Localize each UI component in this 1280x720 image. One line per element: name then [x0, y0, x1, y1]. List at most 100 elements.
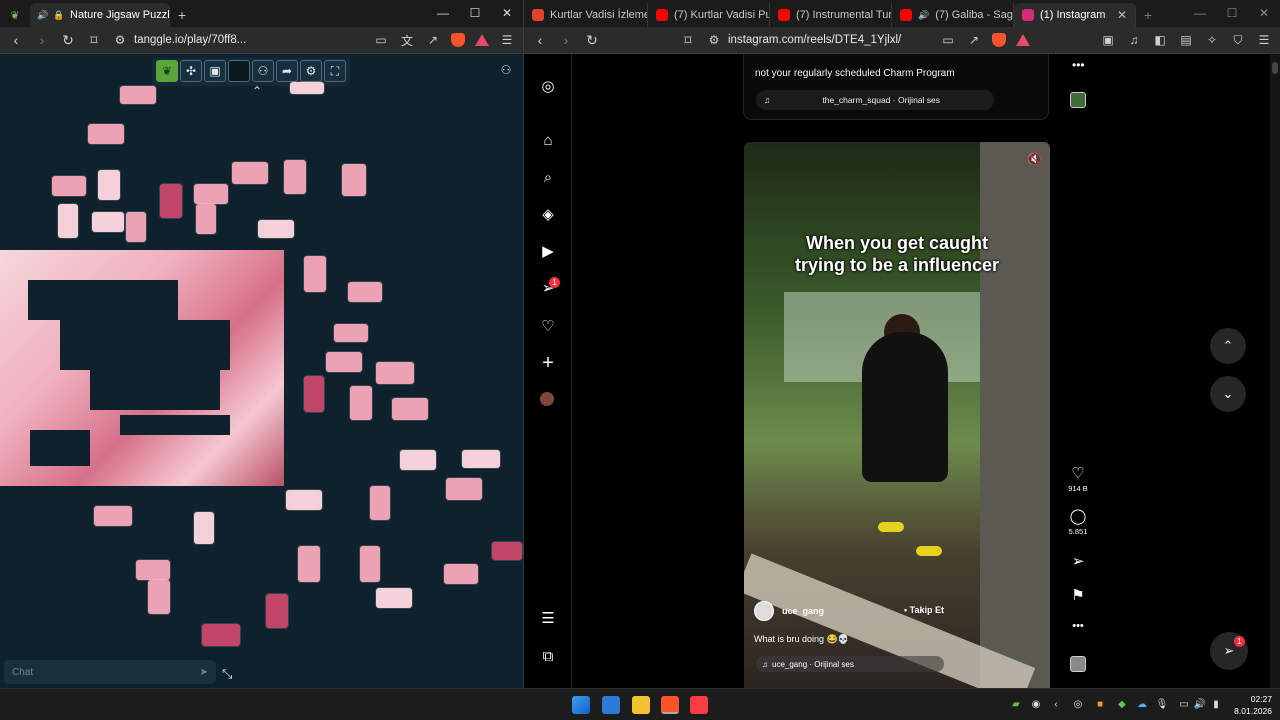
- widgets-icon[interactable]: [602, 696, 620, 714]
- profile-avatar[interactable]: [540, 392, 554, 406]
- site-info-icon[interactable]: ⚙: [112, 32, 128, 48]
- puzzle-piece[interactable]: [120, 86, 156, 104]
- players-icon[interactable]: ⚇: [496, 60, 516, 80]
- puzzle-piece[interactable]: [444, 564, 478, 584]
- microphone-icon[interactable]: 🎙: [1156, 698, 1169, 710]
- tray-cloud-icon[interactable]: ☁: [1136, 698, 1148, 710]
- tray-network-app-icon[interactable]: ◆: [1116, 698, 1128, 710]
- apple-music-icon[interactable]: [690, 696, 708, 714]
- system-clock[interactable]: 02:27 8.01.2026: [1234, 693, 1272, 717]
- puzzle-piece[interactable]: [258, 220, 294, 238]
- puzzle-piece[interactable]: [286, 490, 322, 510]
- reel-audio[interactable]: ♫ uce_gang · Orijinal ses: [756, 656, 944, 672]
- leaf-icon[interactable]: ❦: [156, 60, 178, 82]
- puzzle-piece[interactable]: [98, 170, 120, 200]
- follow-button[interactable]: • Takip Et: [904, 605, 944, 615]
- puzzle-piece[interactable]: [148, 580, 170, 614]
- back-icon[interactable]: ‹: [532, 32, 548, 48]
- puzzle-piece[interactable]: [58, 204, 78, 238]
- tab-2[interactable]: (7) Kurtlar Vadisi Pusu | 7: [648, 3, 770, 27]
- more-dots-icon[interactable]: •••: [1067, 620, 1089, 632]
- puzzle-piece[interactable]: [376, 362, 414, 384]
- shrink-icon[interactable]: ⤡: [222, 666, 232, 682]
- volume-icon[interactable]: 🔊: [1194, 698, 1206, 710]
- share-icon[interactable]: ↗: [425, 32, 441, 48]
- puzzle-piece[interactable]: [298, 546, 320, 582]
- users-icon[interactable]: ⚇: [252, 60, 274, 82]
- puzzle-piece[interactable]: [304, 256, 326, 292]
- tab-3[interactable]: (7) Instrumental Turkish H: [770, 3, 892, 27]
- comment-button[interactable]: ◯ 5.851: [1067, 507, 1089, 536]
- brave-browser-icon[interactable]: [661, 696, 679, 714]
- sidebar-toggle-icon[interactable]: ☰: [499, 32, 515, 48]
- file-explorer-icon[interactable]: [632, 696, 650, 714]
- puzzle-piece[interactable]: [350, 386, 372, 420]
- forward-icon[interactable]: ›: [558, 32, 574, 48]
- new-tab-button[interactable]: +: [170, 3, 194, 27]
- reels-icon[interactable]: ▶: [538, 241, 558, 261]
- heart-icon[interactable]: ♡: [1067, 464, 1089, 482]
- close-tab-icon[interactable]: ✕: [1117, 8, 1127, 22]
- settings-icon[interactable]: ⚙: [300, 60, 322, 82]
- author-username[interactable]: uce_gang: [782, 606, 824, 616]
- puzzle-piece[interactable]: [88, 124, 124, 144]
- color-swatch[interactable]: [228, 60, 250, 82]
- puzzle-piece[interactable]: [446, 478, 482, 500]
- puzzle-piece[interactable]: [266, 594, 288, 628]
- save-button[interactable]: ⚑: [1067, 586, 1089, 604]
- send-icon[interactable]: ➤: [200, 667, 208, 678]
- cast-icon[interactable]: ▭: [940, 32, 956, 48]
- puzzle-piece[interactable]: [284, 160, 306, 194]
- puzzle-piece[interactable]: [232, 162, 268, 184]
- puzzle-piece[interactable]: [360, 546, 380, 582]
- more-options-icon[interactable]: •••: [1072, 58, 1085, 72]
- tab-1[interactable]: Kurtlar Vadisi İzleme Sıras: [524, 3, 648, 27]
- screenshot-icon[interactable]: ▣: [1100, 32, 1116, 48]
- reel-author[interactable]: uce_gang: [754, 601, 824, 621]
- share-button[interactable]: ➢: [1067, 552, 1089, 570]
- tray-steam-icon[interactable]: ◎: [1072, 698, 1084, 710]
- brave-rewards-icon[interactable]: [1016, 34, 1030, 46]
- reel-video[interactable]: When you get caught trying to be a influ…: [744, 142, 1050, 688]
- vpn-shield-icon[interactable]: ⛉: [1230, 32, 1246, 48]
- minimize-button[interactable]: —: [1184, 0, 1216, 27]
- puzzle-board[interactable]: [0, 250, 284, 486]
- more-menu-icon[interactable]: ☰: [538, 608, 558, 628]
- puzzle-piece[interactable]: [92, 212, 124, 232]
- display-icon[interactable]: ▭: [1178, 698, 1190, 710]
- audio-thumbnail[interactable]: [1070, 92, 1086, 108]
- leo-ai-icon[interactable]: ✧: [1204, 32, 1220, 48]
- tab-search-icon[interactable]: ❦: [0, 3, 30, 27]
- url-field[interactable]: ⚙ tanggle.io/play/70ff8...: [112, 32, 363, 48]
- image-icon[interactable]: ▣: [204, 60, 226, 82]
- previous-reel-audio[interactable]: ♫ the_charm_squad · Orijinal ses: [756, 90, 994, 110]
- bookmark-icon[interactable]: ⌑: [680, 32, 696, 49]
- reel-audio-thumbnail[interactable]: [1070, 656, 1086, 672]
- puzzle-piece[interactable]: [94, 506, 132, 526]
- tab-4[interactable]: 🔊 (7) Galiba - Sagopa K: [892, 3, 1014, 27]
- puzzle-piece[interactable]: [376, 588, 412, 608]
- like-button[interactable]: ♡ 914 B: [1067, 464, 1089, 493]
- brave-shield-icon[interactable]: [451, 33, 465, 47]
- maximize-button[interactable]: ☐: [1216, 0, 1248, 27]
- puzzle-piece[interactable]: [400, 450, 436, 470]
- home-icon[interactable]: ⌂: [538, 130, 558, 150]
- puzzle-piece[interactable]: [126, 212, 146, 242]
- battery-icon[interactable]: ▮: [1210, 698, 1222, 710]
- bookmark-icon[interactable]: ⌑: [86, 32, 102, 49]
- next-reel-button[interactable]: ⌄: [1210, 376, 1246, 412]
- author-avatar[interactable]: [754, 601, 774, 621]
- menu-icon[interactable]: ☰: [1256, 32, 1272, 48]
- page-scrollbar[interactable]: [1270, 54, 1280, 688]
- puzzle-piece[interactable]: [194, 512, 214, 544]
- search-icon[interactable]: ⌕: [538, 167, 558, 187]
- minimize-button[interactable]: —: [427, 0, 459, 27]
- tray-nvidia-icon[interactable]: ▰: [1010, 698, 1022, 710]
- start-button[interactable]: [572, 696, 590, 714]
- puzzle-piece[interactable]: [370, 486, 390, 520]
- maximize-button[interactable]: ☐: [459, 0, 491, 27]
- puzzle-piece[interactable]: [290, 82, 324, 94]
- piece-icon[interactable]: ✣: [180, 60, 202, 82]
- create-plus-icon[interactable]: +: [538, 352, 558, 374]
- reel-caption[interactable]: What is bru doing 😂💀: [754, 634, 849, 645]
